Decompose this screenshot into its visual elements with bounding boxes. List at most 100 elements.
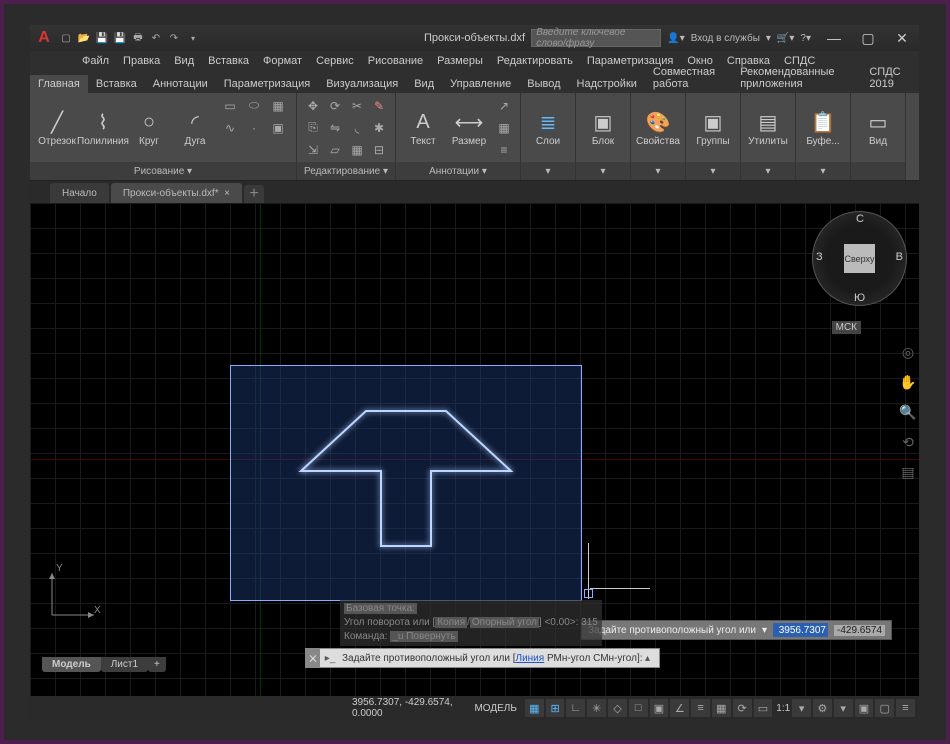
stretch-icon[interactable]: ⇲ [303,140,323,160]
ribbon-tab-view[interactable]: Вид [406,75,442,93]
move-icon[interactable]: ✥ [303,96,323,116]
ribbon-tab-addins[interactable]: Надстройки [569,75,645,93]
qat-saveas-icon[interactable]: 💾 [112,30,128,46]
properties-button[interactable]: 🎨Свойства [637,97,679,159]
status-monitor-icon[interactable]: ▣ [855,699,874,717]
a360-icon[interactable]: 👤▾ [667,33,684,44]
status-otrack-icon[interactable]: ∠ [670,699,689,717]
status-clean-icon[interactable]: ▢ [875,699,894,717]
props-group-title[interactable]: ▾ [631,162,685,180]
block-button[interactable]: ▣Блок [582,97,624,159]
status-polar-icon[interactable]: ✳ [587,699,606,717]
qat-new-icon[interactable]: ▢ [58,30,74,46]
hatch-icon[interactable]: ▦ [268,96,288,116]
tooltip-x-input[interactable] [773,623,828,637]
status-osnap-icon[interactable]: □ [629,699,648,717]
tab-start[interactable]: Начало [50,183,109,203]
qat-save-icon[interactable]: 💾 [94,30,110,46]
ribbon-tab-output[interactable]: Вывод [519,75,568,93]
status-coordinates[interactable]: 3956.7307, -429.6574, 0.0000 [352,697,466,719]
clipboard-button[interactable]: 📋Буфе... [802,97,844,159]
viewcube-south[interactable]: Ю [854,292,865,304]
menu-view[interactable]: Вид [167,55,201,67]
block-group-title[interactable]: ▾ [576,162,630,180]
status-annoscale-icon[interactable]: ▾ [792,699,811,717]
offset-icon[interactable]: ⊟ [369,140,389,160]
menu-edit[interactable]: Правка [116,55,167,67]
menu-insert[interactable]: Вставка [201,55,256,67]
text-button[interactable]: AТекст [402,97,444,159]
fillet-icon[interactable]: ◟ [347,118,367,138]
menu-draw[interactable]: Рисование [361,55,430,67]
viewcube[interactable]: Сверху С Ю В З [812,211,907,306]
explode-icon[interactable]: ✱ [369,118,389,138]
ribbon-tab-home[interactable]: Главная [30,75,88,93]
help-icon[interactable]: ?▾ [800,33,811,44]
mtext-icon[interactable]: ≡ [494,140,514,160]
tab-layout1[interactable]: Лист1 [101,657,148,672]
status-lineweight-icon[interactable]: ≡ [691,699,710,717]
qat-undo-icon[interactable]: ↶ [148,30,164,46]
status-3dosnap-icon[interactable]: ▣ [650,699,669,717]
ribbon-tab-featured[interactable]: Рекомендованные приложения [732,63,861,93]
nav-orbit-icon[interactable]: ⟲ [899,433,917,451]
tab-new-button[interactable]: + [244,185,264,203]
ucs-name-label[interactable]: МСК [832,321,861,334]
groups-button[interactable]: ▣Группы [692,97,734,159]
table-icon[interactable]: ▦ [494,118,514,138]
status-visual-style-icon[interactable]: ▭ [754,699,773,717]
status-workspace-icon[interactable]: ▾ [834,699,853,717]
status-isodraft-icon[interactable]: ◇ [608,699,627,717]
command-line[interactable]: ⨯ ▸_ Задайте противоположный угол или [Л… [305,648,660,668]
point-icon[interactable]: · [244,118,264,138]
maximize-button[interactable]: ▢ [851,25,885,51]
arc-button[interactable]: ◜Дуга [174,97,216,159]
utilities-button[interactable]: ▤Утилиты [747,97,789,159]
modify-group-title[interactable]: Редактирование ▾ [297,162,395,180]
status-customize-icon[interactable]: ≡ [896,699,915,717]
nav-showmotion-icon[interactable]: ▤ [899,463,917,481]
tab-model[interactable]: Модель [42,657,101,672]
cmdline-handle-icon[interactable]: ⨯ [306,649,320,667]
ribbon-tab-spds[interactable]: СПДС 2019 [861,63,919,93]
cmdline-link-line[interactable]: Линия [516,653,545,664]
ribbon-tab-annotate[interactable]: Аннотации [145,75,216,93]
status-model-label[interactable]: МОДЕЛЬ [474,703,516,714]
qat-print-icon[interactable]: 🖶 [130,30,146,46]
view-button[interactable]: ▭Вид [857,97,899,159]
rotate-icon[interactable]: ⟳ [325,96,345,116]
app-logo[interactable]: A [34,28,54,48]
search-input[interactable]: Введите ключевое слово/фразу [531,29,661,47]
ellipse-icon[interactable]: ⬭ [244,96,264,116]
cart-icon[interactable]: 🛒▾ [777,33,794,44]
cmdline-text[interactable]: Задайте противоположный угол или [Линия … [340,653,645,664]
close-button[interactable]: ✕ [885,25,919,51]
login-link[interactable]: Вход в службы [691,33,760,44]
menu-tools[interactable]: Сервис [309,55,361,67]
menu-file[interactable]: Файл [75,55,116,67]
annotation-group-title[interactable]: Аннотации ▾ [396,162,520,180]
region-icon[interactable]: ▣ [268,118,288,138]
cmdline-prompt-icon[interactable]: ▸_ [320,653,340,664]
layers-group-title[interactable]: ▾ [521,162,575,180]
rect-icon[interactable]: ▭ [220,96,240,116]
viewcube-east[interactable]: В [896,251,903,263]
viewcube-west[interactable]: З [816,251,823,263]
qat-open-icon[interactable]: 📂 [76,30,92,46]
status-scale[interactable]: 1:1 [776,703,790,714]
menu-modify[interactable]: Редактировать [490,55,580,67]
menu-format[interactable]: Формат [256,55,309,67]
status-cycling-icon[interactable]: ⟳ [733,699,752,717]
nav-zoom-icon[interactable]: 🔍 [899,403,917,421]
circle-button[interactable]: ○Круг [128,97,170,159]
groups-group-title[interactable]: ▾ [686,162,740,180]
ribbon-tab-parametric[interactable]: Параметризация [216,75,318,93]
mirror-icon[interactable]: ⇋ [325,118,345,138]
menu-dimension[interactable]: Размеры [430,55,490,67]
scale-icon[interactable]: ▱ [325,140,345,160]
line-button[interactable]: ╱Отрезок [36,97,78,159]
status-transparency-icon[interactable]: ▦ [712,699,731,717]
drawing-canvas[interactable]: Сверху С Ю В З МСК ◎ ✋ 🔍 ⟲ ▤ X Y [30,203,919,696]
polyline-button[interactable]: ⌇Полилиния [82,97,124,159]
tab-document[interactable]: Прокси-объекты.dxf* × [111,183,242,203]
